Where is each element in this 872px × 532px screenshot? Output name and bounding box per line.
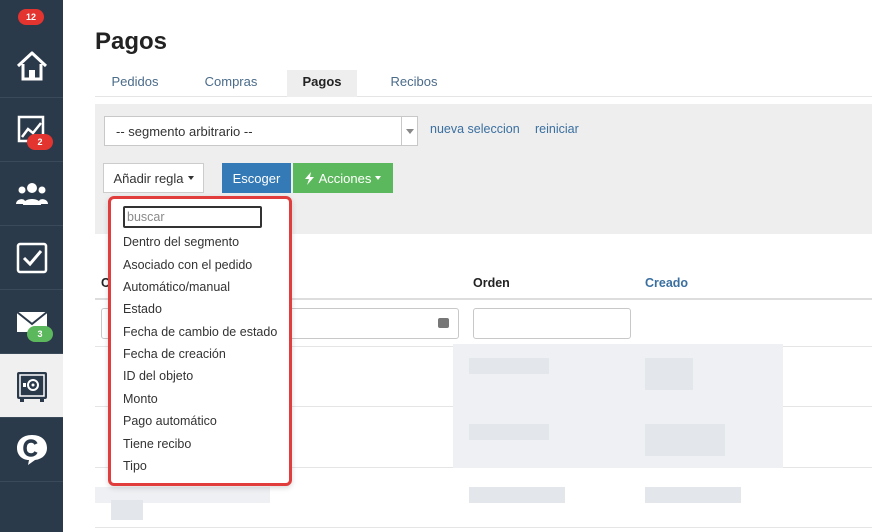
dropdown-item-auto-payment[interactable]: Pago automático [123,414,217,428]
choose-button[interactable]: Escoger [222,163,291,193]
tab-orders[interactable]: Pedidos [95,70,175,97]
chevron-down-icon[interactable] [401,117,417,145]
actions-label: Acciones [318,170,372,186]
sidebar-item-analytics[interactable]: 2 [0,98,63,162]
dropdown-item-creation-date[interactable]: Fecha de creación [123,347,226,361]
sidebar-item-customers[interactable] [0,162,63,226]
actions-button[interactable]: Acciones [293,163,393,193]
sidebar-item-mail[interactable]: 3 [0,290,63,354]
column-header-created[interactable]: Creado [645,276,688,290]
segment-select[interactable]: -- segmento arbitrario -- [104,116,418,146]
redacted-cell [469,424,549,440]
home-icon [16,51,47,80]
reset-link[interactable]: reiniciar [535,122,579,136]
caret-down-icon [187,176,194,180]
sidebar: 12 2 3 [0,0,63,532]
redacted-cell [645,358,693,390]
tab-receipts[interactable]: Recibos [374,70,454,97]
new-selection-link[interactable]: nueva seleccion [430,122,520,136]
redacted-region [453,344,783,408]
column-header-order[interactable]: Orden [473,276,510,290]
sidebar-item-tasks[interactable] [0,226,63,290]
redacted-cell [645,424,725,456]
order-filter-input[interactable] [473,308,631,339]
dropdown-item-status[interactable]: Estado [123,302,162,316]
calendar-icon[interactable] [438,318,449,328]
lightning-icon [304,171,314,185]
caret-down-icon [375,176,382,180]
add-rule-dropdown: Dentro del segmento Asociado con el pedi… [108,196,292,486]
analytics-badge: 2 [27,134,53,150]
chat-logo-icon [16,434,47,465]
dropdown-item-status-change-date[interactable]: Fecha de cambio de estado [123,325,277,339]
tab-purchases[interactable]: Compras [191,70,271,97]
tab-payments[interactable]: Pagos [287,70,357,97]
mail-badge: 3 [27,326,53,342]
dropdown-item-order[interactable]: Asociado con el pedido [123,258,252,272]
add-rule-label: Añadir regla [113,170,184,186]
redacted-cell [469,487,565,503]
page-title: Pagos [95,28,168,55]
redacted-cell [645,487,741,503]
notifications-badge[interactable]: 12 [18,9,44,25]
sidebar-item-home[interactable] [0,34,63,98]
safe-icon [16,371,47,402]
dropdown-item-type[interactable]: Tipo [123,459,147,473]
dropdown-item-object-id[interactable]: ID del objeto [123,369,193,383]
segment-select-value: -- segmento arbitrario -- [116,124,253,139]
dropdown-item-segment[interactable]: Dentro del segmento [123,235,239,249]
dropdown-item-amount[interactable]: Monto [123,392,158,406]
redacted-cell [111,500,143,520]
dropdown-search-input[interactable] [123,206,262,228]
dropdown-item-has-receipt[interactable]: Tiene recibo [123,437,191,451]
add-rule-button[interactable]: Añadir regla [103,163,204,193]
main-content: Pagos Pedidos Compras Pagos Recibos -- s… [63,0,872,532]
sidebar-item-payments[interactable] [0,354,63,418]
table-row-divider [95,527,872,528]
dropdown-item-auto-manual[interactable]: Automático/manual [123,280,230,294]
users-icon [15,182,48,205]
checkbox-icon [16,242,47,273]
redacted-cell [469,358,549,374]
tabs-bar: Pedidos Compras Pagos Recibos [95,70,872,97]
sidebar-item-chat[interactable] [0,418,63,482]
